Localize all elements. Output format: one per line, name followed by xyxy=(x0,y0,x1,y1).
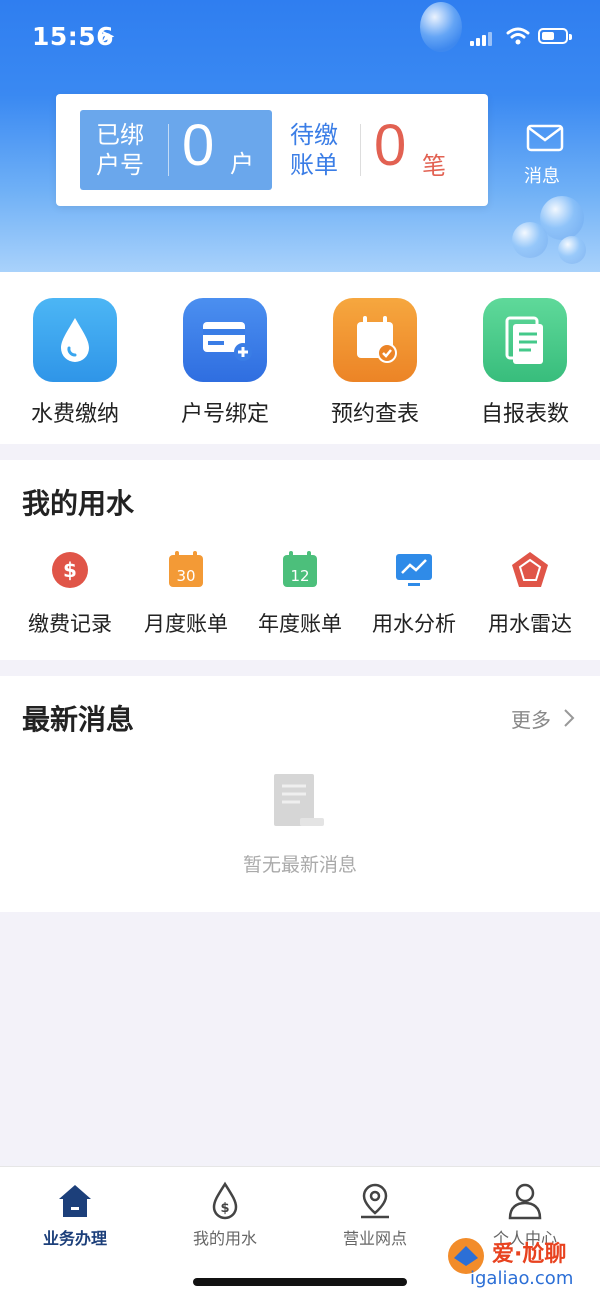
mw-label: 年度账单 xyxy=(258,612,342,636)
service-account-binding[interactable]: 户号绑定 xyxy=(155,298,295,428)
message-label: 消息 xyxy=(524,166,560,187)
bound-unit: 户 xyxy=(230,150,254,178)
radar-icon xyxy=(512,552,548,587)
battery-icon xyxy=(538,28,572,44)
calendar-12-icon: 12 xyxy=(283,551,317,587)
site-watermark: 爱·尬聊 igaliao.com xyxy=(440,1228,600,1296)
bound-accounts[interactable]: 已绑户号 0 户 xyxy=(80,110,272,190)
mw-label: 缴费记录 xyxy=(28,612,112,636)
bound-label: 已绑户号 xyxy=(96,121,144,179)
service-self-report[interactable]: 自报表数 xyxy=(455,298,595,428)
location-arrow-icon: ➤ xyxy=(100,26,116,47)
calendar-30-icon: 30 xyxy=(169,551,203,587)
person-icon xyxy=(508,1183,542,1220)
message-button[interactable]: 消息 xyxy=(520,124,570,187)
dollar-icon: $ xyxy=(52,552,88,588)
status-bar: 15:56 ➤ xyxy=(0,0,600,70)
water-dollar-icon: $ xyxy=(212,1181,238,1220)
my-water-section: 我的用水 $ 缴费记录 30 月度账单 12 年度账单 用水分析 用水雷达 xyxy=(0,460,600,660)
bound-count: 0 xyxy=(182,113,215,178)
empty-news-text: 暂无最新消息 xyxy=(242,854,357,876)
service-meter-appointment[interactable]: 预约查表 xyxy=(305,298,445,428)
service-grid: 水费缴纳 户号绑定 预约查表 自报表数 xyxy=(0,272,600,444)
mw-label: 用水分析 xyxy=(372,612,456,636)
service-label: 水费缴纳 xyxy=(30,402,119,427)
payment-records[interactable]: $ 缴费记录 xyxy=(12,550,128,650)
pending-count: 0 xyxy=(374,113,407,178)
empty-document-icon xyxy=(274,774,324,826)
svg-text:$: $ xyxy=(220,1201,229,1216)
water-radar[interactable]: 用水雷达 xyxy=(472,550,588,650)
chevron-right-icon[interactable] xyxy=(562,706,576,730)
tab-my-water[interactable]: $ 我的用水 xyxy=(150,1181,300,1251)
latest-news-section: 最新消息 更多 暂无最新消息 xyxy=(0,676,600,912)
home-indicator xyxy=(193,1278,407,1286)
envelope-icon xyxy=(526,124,564,152)
calendar-30-badge: 30 xyxy=(176,567,195,585)
chart-monitor-icon xyxy=(396,554,432,586)
watermark-text: 爱·尬聊 xyxy=(492,1242,567,1267)
calendar-12-badge: 12 xyxy=(290,567,309,585)
card-add-icon xyxy=(183,298,267,382)
service-label: 预约查表 xyxy=(330,402,419,427)
wifi-icon xyxy=(506,27,530,45)
tab-service-points[interactable]: 营业网点 xyxy=(300,1181,450,1251)
monthly-bill[interactable]: 30 月度账单 xyxy=(128,550,244,650)
pending-unit: 笔 xyxy=(422,152,446,180)
service-label: 自报表数 xyxy=(480,402,569,427)
service-water-payment[interactable]: 水费缴纳 xyxy=(5,298,145,428)
tab-business[interactable]: 业务办理 xyxy=(0,1181,150,1251)
svg-text:$: $ xyxy=(63,558,77,582)
water-analysis[interactable]: 用水分析 xyxy=(356,550,472,650)
annual-bill[interactable]: 12 年度账单 xyxy=(242,550,358,650)
document-icon xyxy=(483,298,567,382)
calendar-check-icon xyxy=(333,298,417,382)
header-banner: 15:56 ➤ 已绑户号 0 户 待缴账单 0 笔 消息 xyxy=(0,0,600,272)
my-water-title: 我的用水 xyxy=(22,487,135,520)
account-summary-card: 已绑户号 0 户 待缴账单 0 笔 xyxy=(56,94,488,206)
mw-label: 月度账单 xyxy=(144,612,228,636)
decor-bubble xyxy=(512,222,548,258)
mw-label: 用水雷达 xyxy=(488,612,572,636)
decor-bubble xyxy=(558,236,586,264)
water-drop-icon xyxy=(33,298,117,382)
news-title: 最新消息 xyxy=(22,703,135,736)
pending-label: 待缴账单 xyxy=(290,121,338,179)
tab-label: 我的用水 xyxy=(192,1229,257,1248)
more-link[interactable]: 更多 xyxy=(511,704,551,733)
location-icon xyxy=(361,1183,389,1219)
home-icon xyxy=(59,1185,91,1217)
service-label: 户号绑定 xyxy=(180,402,269,427)
cellular-signal-icon xyxy=(470,30,496,46)
tab-label: 营业网点 xyxy=(342,1229,407,1248)
tab-label: 业务办理 xyxy=(42,1229,107,1248)
watermark-url: igaliao.com xyxy=(470,1268,574,1289)
